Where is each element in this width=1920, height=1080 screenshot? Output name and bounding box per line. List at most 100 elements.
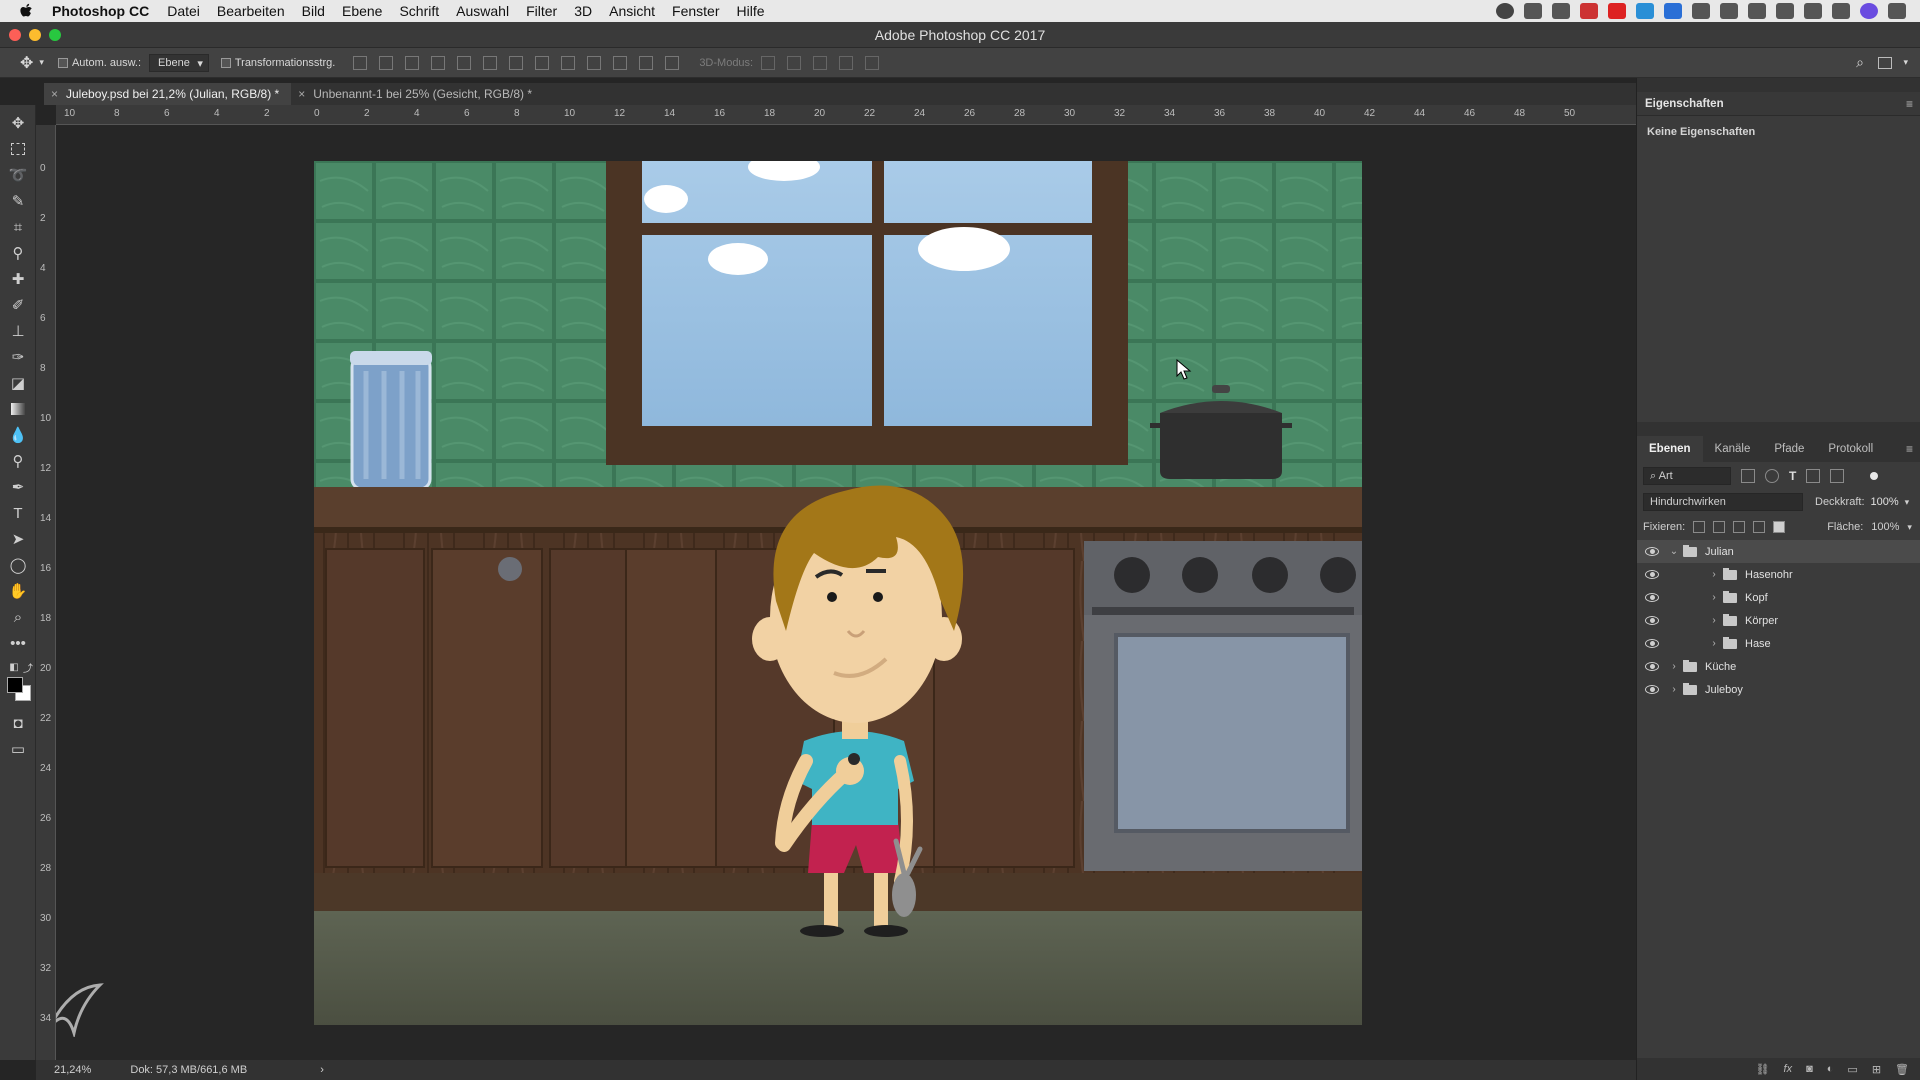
visibility-eye-icon[interactable] — [1645, 547, 1659, 556]
marquee-tool-icon[interactable] — [8, 139, 28, 159]
gradient-tool-icon[interactable] — [8, 399, 28, 419]
app-icon[interactable] — [1608, 3, 1626, 19]
align-top-icon[interactable] — [353, 55, 368, 70]
hand-tool-icon[interactable]: ✋ — [8, 581, 28, 601]
menu-ansicht[interactable]: Ansicht — [609, 3, 655, 19]
bluetooth-icon[interactable] — [1776, 3, 1794, 19]
tab-juleboy[interactable]: × Juleboy.psd bei 21,2% (Julian, RGB/8) … — [44, 83, 292, 105]
chevron-down-icon[interactable]: ▾ — [1907, 522, 1912, 533]
crop-tool-icon[interactable]: ⌗ — [8, 217, 28, 237]
tab-ebenen[interactable]: Ebenen — [1637, 436, 1703, 462]
layer-row[interactable]: ⌄ Julian — [1637, 540, 1920, 563]
menu-bild[interactable]: Bild — [302, 3, 325, 19]
distribute-top-icon[interactable] — [509, 55, 524, 70]
sync-icon[interactable] — [1636, 3, 1654, 19]
auto-align-icon[interactable] — [665, 55, 680, 70]
lock-transparency-icon[interactable] — [1693, 521, 1706, 533]
close-icon[interactable]: × — [298, 83, 305, 105]
3d-rotate-icon[interactable] — [761, 55, 776, 70]
chevron-down-icon[interactable]: ▾ — [1903, 57, 1908, 68]
panel-menu-icon[interactable]: ≡ — [1906, 442, 1913, 456]
tab-kanaele[interactable]: Kanäle — [1703, 436, 1763, 462]
filter-smart-object-icon[interactable] — [1830, 469, 1845, 483]
close-icon[interactable]: × — [51, 83, 58, 105]
menu-fenster[interactable]: Fenster — [672, 3, 719, 19]
move-tool-icon[interactable]: ✥ — [20, 53, 33, 73]
siri-icon[interactable] — [1860, 3, 1878, 19]
dodge-tool-icon[interactable]: ⚲ — [8, 451, 28, 471]
swap-colors-icon[interactable]: ⤴ — [18, 657, 38, 677]
visibility-eye-icon[interactable] — [1645, 685, 1659, 694]
layer-row[interactable]: › Körper — [1637, 609, 1920, 632]
filter-pixel-icon[interactable] — [1741, 469, 1755, 483]
upload-icon[interactable] — [1692, 3, 1710, 19]
eyedropper-tool-icon[interactable]: ⚲ — [8, 243, 28, 263]
3d-scale-icon[interactable] — [865, 55, 880, 70]
visibility-eye-icon[interactable] — [1645, 593, 1659, 602]
3d-pan-icon[interactable] — [813, 55, 828, 70]
auto-select-checkbox[interactable] — [57, 57, 68, 68]
workspace-icon[interactable] — [1878, 56, 1892, 69]
quick-mask-icon[interactable]: ◘ — [8, 713, 28, 733]
spotlight-icon[interactable] — [1832, 3, 1850, 19]
stamp-tool-icon[interactable]: ⊥ — [8, 321, 28, 341]
menu-auswahl[interactable]: Auswahl — [456, 3, 509, 19]
app-menu[interactable]: Photoshop CC — [52, 3, 149, 19]
lock-pixels-icon[interactable] — [1713, 521, 1726, 533]
visibility-eye-icon[interactable] — [1645, 616, 1659, 625]
search-icon[interactable]: ⌕ — [1856, 54, 1864, 71]
3d-slide-icon[interactable] — [839, 55, 854, 70]
chevron-down-icon[interactable]: ⌄ — [1669, 546, 1679, 557]
menu-filter[interactable]: Filter — [526, 3, 557, 19]
align-bottom-icon[interactable] — [405, 55, 420, 70]
tab-pfade[interactable]: Pfade — [1762, 436, 1816, 462]
adjustment-layer-icon[interactable]: ◐ — [1827, 1063, 1834, 1075]
chevron-right-icon[interactable]: › — [1709, 592, 1719, 603]
ellipse-tool-icon[interactable]: ◯ — [8, 555, 28, 575]
layer-row[interactable]: › Hasenohr — [1637, 563, 1920, 586]
foreground-color-swatch[interactable] — [7, 677, 23, 693]
distribute-bottom-icon[interactable] — [561, 55, 576, 70]
visibility-eye-icon[interactable] — [1645, 662, 1659, 671]
apple-icon[interactable] — [18, 3, 36, 19]
pen-tool-icon[interactable]: ✒ — [8, 477, 28, 497]
align-right-icon[interactable] — [483, 55, 498, 70]
status-menu-arrow[interactable]: › — [320, 1064, 324, 1076]
layer-row[interactable]: › Juleboy — [1637, 678, 1920, 701]
chevron-right-icon[interactable]: › — [1709, 638, 1719, 649]
time-machine-icon[interactable] — [1748, 3, 1766, 19]
zoom-level[interactable]: 21,24% — [54, 1064, 91, 1076]
3d-roll-icon[interactable] — [787, 55, 802, 70]
filter-toggle-icon[interactable] — [1870, 472, 1879, 480]
lasso-tool-icon[interactable]: ➰ — [8, 165, 28, 185]
layer-filter-dropdown[interactable]: ⌕ Art — [1643, 467, 1731, 485]
layer-mask-icon[interactable]: ◙ — [1806, 1063, 1813, 1075]
lock-all-icon[interactable] — [1773, 521, 1786, 533]
display-icon[interactable] — [1552, 3, 1570, 19]
canvas-area[interactable] — [56, 125, 1636, 1060]
vertical-ruler[interactable]: 0 2 4 6 8 10 12 14 16 18 20 22 24 26 28 … — [36, 125, 56, 1060]
brush-tool-icon[interactable]: ✐ — [8, 295, 28, 315]
move-tool-icon[interactable]: ✥ — [8, 113, 28, 133]
menu-datei[interactable]: Datei — [167, 3, 200, 19]
type-tool-icon[interactable]: T — [8, 503, 28, 523]
panel-menu-icon[interactable]: ≡ — [1906, 97, 1913, 111]
history-brush-tool-icon[interactable]: ✑ — [8, 347, 28, 367]
document-canvas[interactable] — [314, 161, 1362, 1025]
app-icon[interactable] — [1664, 3, 1682, 19]
align-vcenter-icon[interactable] — [379, 55, 394, 70]
visibility-eye-icon[interactable] — [1645, 639, 1659, 648]
chevron-right-icon[interactable]: › — [1709, 615, 1719, 626]
distribute-right-icon[interactable] — [639, 55, 654, 70]
zoom-tool-icon[interactable]: ⌕ — [8, 607, 28, 627]
chevron-down-icon[interactable]: ▾ — [39, 57, 44, 68]
chevron-right-icon[interactable]: › — [1669, 661, 1679, 672]
quick-select-tool-icon[interactable]: ✎ — [8, 191, 28, 211]
menu-hilfe[interactable]: Hilfe — [737, 3, 765, 19]
minimize-window-button[interactable] — [29, 29, 41, 41]
maximize-window-button[interactable] — [49, 29, 61, 41]
horizontal-ruler[interactable]: 10 8 6 4 2 0 2 4 6 8 10 12 14 16 18 20 2… — [56, 105, 1636, 125]
wifi-icon[interactable] — [1804, 3, 1822, 19]
new-group-icon[interactable]: ▭ — [1847, 1063, 1857, 1076]
eraser-tool-icon[interactable]: ◪ — [8, 373, 28, 393]
